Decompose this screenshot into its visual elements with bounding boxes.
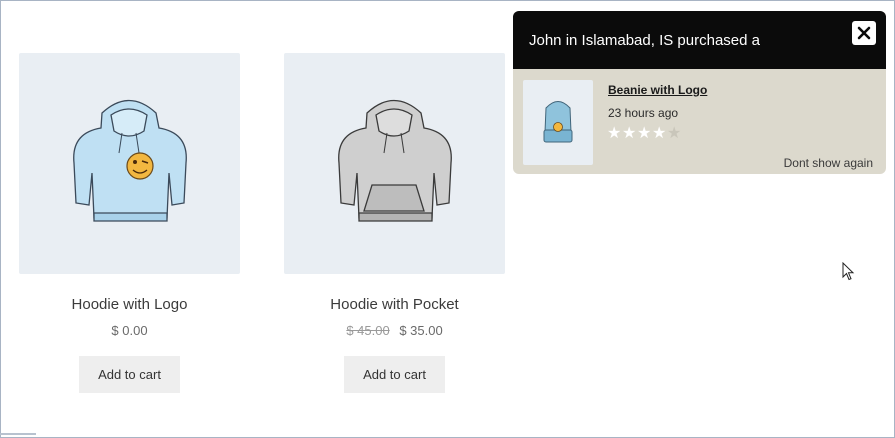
product-name[interactable]: Hoodie with Logo xyxy=(19,296,240,313)
add-to-cart-button[interactable]: Add to cart xyxy=(79,356,180,393)
frame-corner-marker xyxy=(0,433,36,435)
star-icon: ★ xyxy=(667,125,682,142)
add-to-cart-button[interactable]: Add to cart xyxy=(344,356,445,393)
purchased-product-link[interactable]: Beanie with Logo xyxy=(608,83,707,97)
rating-stars: ★★★★★ xyxy=(607,123,682,143)
dont-show-again-link[interactable]: Dont show again xyxy=(784,156,873,170)
mouse-cursor-icon xyxy=(842,261,856,287)
popup-header: John in Islamabad, IS purchased a xyxy=(513,11,886,69)
product-image[interactable] xyxy=(284,53,505,274)
current-price: $ 35.00 xyxy=(399,323,443,338)
product-name[interactable]: Hoodie with Pocket xyxy=(284,296,505,313)
current-price: $ 0.00 xyxy=(111,323,148,338)
product-price: $ 45.00 $ 35.00 xyxy=(284,323,505,338)
close-icon[interactable] xyxy=(852,21,876,45)
star-icon: ★ xyxy=(652,125,667,142)
sales-notification-popup: John in Islamabad, IS purchased a Beanie… xyxy=(513,11,886,174)
hoodie-pocket-illustration xyxy=(338,100,452,222)
purchase-time: 23 hours ago xyxy=(608,106,679,120)
product-card-hoodie-with-pocket: Hoodie with Pocket $ 45.00 $ 35.00 Add t… xyxy=(284,53,505,393)
product-price: $ 0.00 xyxy=(19,323,240,338)
product-image[interactable] xyxy=(19,53,240,274)
purchase-headline: John in Islamabad, IS purchased a xyxy=(529,32,760,49)
star-icon: ★ xyxy=(637,125,652,142)
star-icon: ★ xyxy=(622,125,637,142)
product-card-hoodie-with-logo: Hoodie with Logo $ 0.00 Add to cart xyxy=(19,53,240,393)
product-thumbnail[interactable] xyxy=(523,80,593,165)
star-icon: ★ xyxy=(607,125,622,142)
hoodie-logo-illustration xyxy=(73,100,187,222)
beanie-illustration xyxy=(543,101,573,143)
old-price: $ 45.00 xyxy=(346,323,390,338)
